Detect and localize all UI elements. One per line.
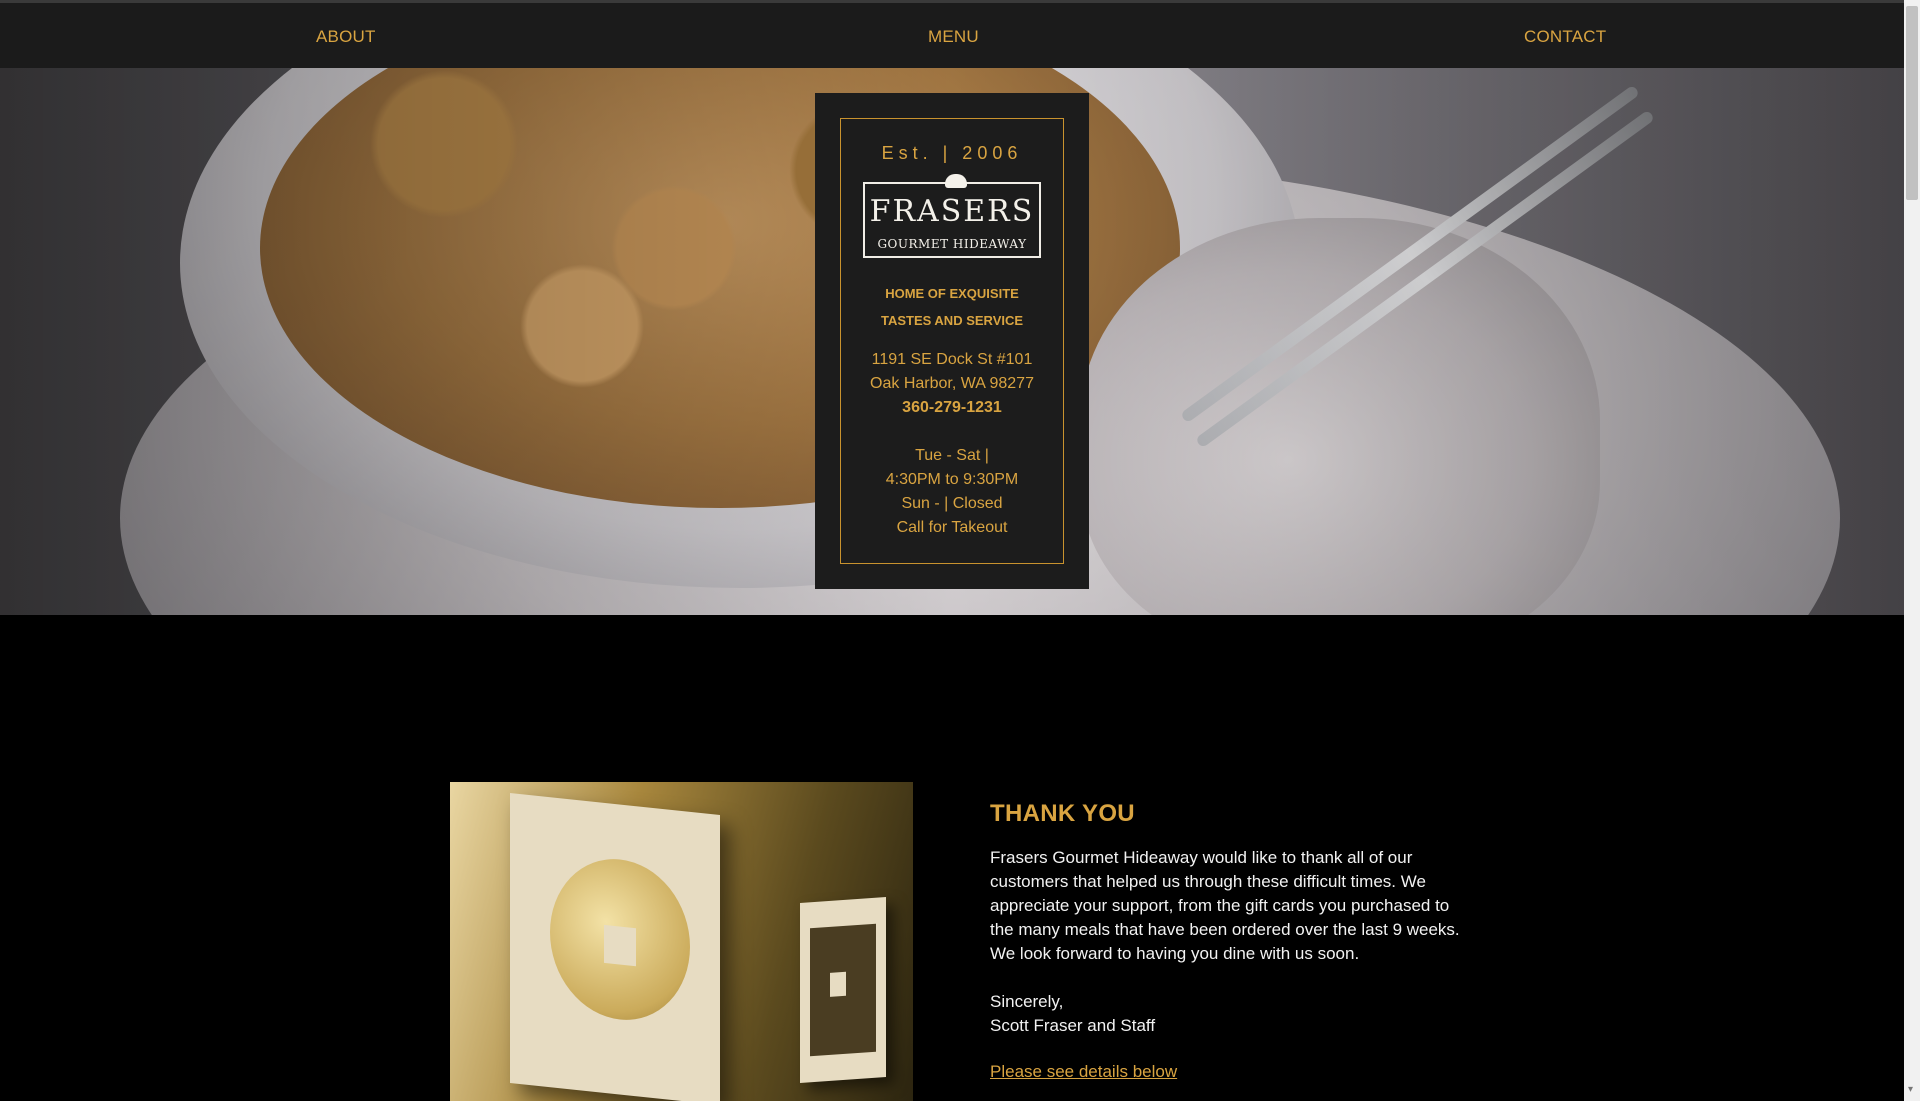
details-link[interactable]: Please see details below [990, 1062, 1177, 1082]
thank-you-signature: Sincerely, Scott Fraser and Staff [990, 990, 1155, 1038]
address: 1191 SE Dock St #101 Oak Harbor, WA 9827… [841, 348, 1063, 396]
opening-hours: Tue - Sat | 4:30PM to 9:30PM Sun - | Clo… [841, 444, 1063, 540]
chef-hat-icon [945, 174, 967, 188]
artwork-square-cutout [604, 924, 636, 967]
info-card: Est. | 2006 FRASERS GOURMET HIDEAWAY HOM… [815, 93, 1089, 589]
thank-you-heading: THANK YOU [990, 800, 1135, 827]
hours-line-1: Tue - Sat | [915, 447, 989, 464]
address-line-2: Oak Harbor, WA 98277 [870, 375, 1034, 392]
artwork-square-cutout [830, 971, 846, 997]
frasers-logo[interactable]: FRASERS GOURMET HIDEAWAY [863, 174, 1041, 258]
tagline-line-2: TASTES AND SERVICE [880, 313, 1024, 328]
info-card-border: Est. | 2006 FRASERS GOURMET HIDEAWAY HOM… [840, 118, 1064, 564]
phone-number[interactable]: 360-279-1231 [841, 396, 1063, 420]
hours-line-3: Sun - | Closed [901, 495, 1003, 512]
tagline: HOME OF EXQUISITE TASTES AND SERVICE [841, 280, 1063, 334]
logo-name: FRASERS [869, 194, 1035, 229]
chevron-down-icon[interactable]: ▾ [1908, 1084, 1913, 1095]
nav-about-link[interactable]: ABOUT [316, 27, 376, 47]
nav-menu-link[interactable]: MENU [928, 27, 979, 47]
address-line-1: 1191 SE Dock St #101 [871, 351, 1033, 368]
signature-line-1: Sincerely, [990, 992, 1064, 1011]
top-nav: ABOUT MENU CONTACT [0, 3, 1904, 68]
hours-line-4: Call for Takeout [896, 519, 1008, 536]
established-text: Est. | 2006 [881, 143, 1023, 163]
tagline-line-1: HOME OF EXQUISITE [885, 286, 1019, 301]
artwork-photo [450, 782, 913, 1101]
logo-subtitle: GOURMET HIDEAWAY [877, 237, 1027, 251]
thank-you-message: Frasers Gourmet Hideaway would like to t… [990, 848, 1460, 963]
nav-contact-link[interactable]: CONTACT [1524, 27, 1606, 47]
artwork-frame-large [510, 792, 720, 1101]
artwork-frame-small [800, 896, 886, 1084]
hours-line-2: 4:30PM to 9:30PM [885, 471, 1019, 488]
signature-line-2: Scott Fraser and Staff [990, 1016, 1156, 1035]
scrollbar-thumb[interactable] [1906, 6, 1918, 200]
page-scrollbar[interactable]: ▾ [1904, 0, 1920, 1101]
